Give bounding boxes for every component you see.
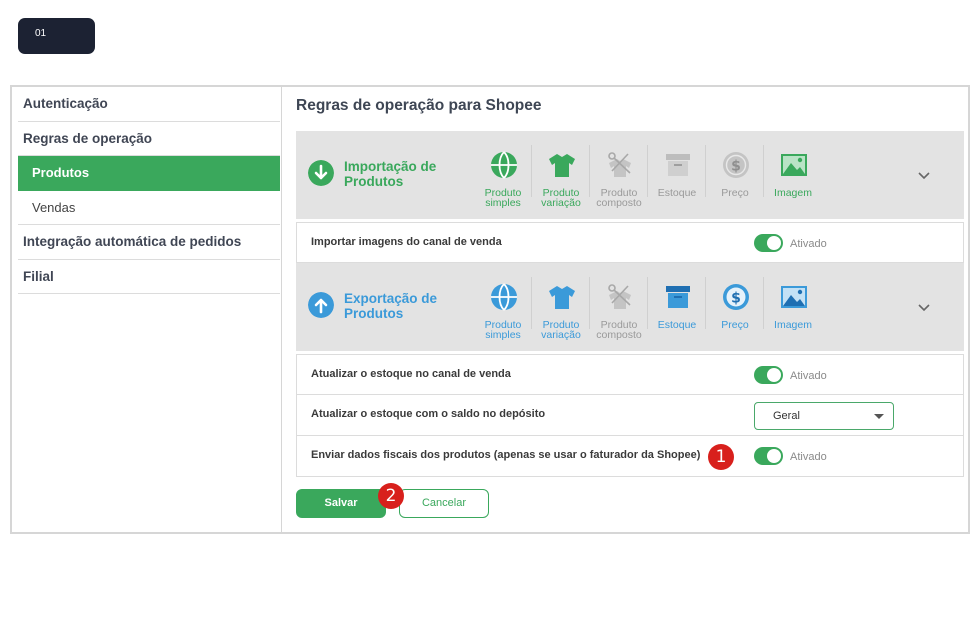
import-section-header[interactable]: Importação de Produtos Produto simples P…	[296, 131, 964, 219]
type-label: Produto simples	[484, 187, 522, 209]
callout-badge-2: 2	[378, 483, 404, 509]
box-icon	[666, 154, 690, 176]
dollar-icon: $	[723, 152, 749, 178]
import-section-title: Importação de Produtos	[344, 159, 437, 189]
row-label: Enviar dados fiscais dos produtos (apena…	[311, 449, 701, 461]
export-type-imagem[interactable]: Imagem	[764, 275, 822, 345]
sidebar-item-regras-de-operacao[interactable]: Regras de operação	[18, 122, 280, 156]
export-stock-row: Atualizar o estoque no canal de venda At…	[296, 354, 964, 395]
box-icon	[666, 286, 690, 308]
export-fiscal-toggle[interactable]	[754, 447, 783, 465]
toggle-label: Ativado	[790, 370, 827, 382]
export-stock-toggle[interactable]	[754, 366, 783, 384]
import-images-toggle[interactable]	[754, 234, 783, 252]
sidebar: Autenticação Regras de operação Produtos…	[12, 87, 282, 532]
page-title: Regras de operação para Shopee	[296, 97, 542, 114]
arrow-up-circle-icon	[308, 292, 334, 318]
dollar-icon: $	[723, 284, 749, 310]
toggle-label: Ativado	[790, 238, 827, 250]
sidebar-item-produtos[interactable]: Produtos	[18, 156, 280, 191]
sidebar-item-filial[interactable]: Filial	[18, 260, 280, 294]
chevron-down-icon[interactable]	[916, 167, 932, 183]
row-label: Atualizar o estoque no canal de venda	[311, 368, 511, 380]
import-type-produto-variacao[interactable]: Produto variação	[532, 143, 590, 213]
type-label: Preço	[721, 187, 749, 199]
type-label: Estoque	[657, 319, 697, 331]
import-type-imagem[interactable]: Imagem	[764, 143, 822, 213]
import-type-produto-simples[interactable]: Produto simples	[474, 143, 532, 213]
toggle-label: Ativado	[790, 451, 827, 463]
import-type-preco[interactable]: $ Preço	[706, 143, 764, 213]
export-type-produto-variacao[interactable]: Produto variação	[532, 275, 590, 345]
type-label: Imagem	[774, 319, 812, 331]
type-label: Produto variação	[541, 319, 581, 341]
step-badge: 01	[18, 18, 95, 54]
export-section-header[interactable]: Exportação de Produtos Produto simples P…	[296, 263, 964, 351]
type-label: Produto composto	[596, 319, 642, 341]
type-label: Produto simples	[484, 319, 522, 341]
type-label: Imagem	[774, 187, 812, 199]
save-button[interactable]: Salvar	[296, 489, 386, 518]
ball-icon	[491, 283, 517, 311]
sidebar-item-integracao-pedidos[interactable]: Integração automática de pedidos	[18, 225, 280, 260]
import-type-produto-composto[interactable]: Produto composto	[590, 143, 648, 213]
chevron-down-icon[interactable]	[916, 299, 932, 315]
row-label: Importar imagens do canal de venda	[311, 236, 502, 248]
shirt-icon	[549, 154, 575, 177]
select-value: Geral	[773, 410, 800, 422]
export-fiscal-row: Enviar dados fiscais dos produtos (apena…	[296, 436, 964, 477]
arrow-down-circle-icon	[308, 160, 334, 186]
import-type-estoque[interactable]: Estoque	[648, 143, 706, 213]
cancel-button[interactable]: Cancelar	[399, 489, 489, 518]
image-icon	[781, 286, 807, 308]
scissors-shirt-icon	[608, 152, 631, 177]
main-content: Regras de operação para Shopee Importaçã…	[294, 87, 970, 532]
settings-frame: Autenticação Regras de operação Produtos…	[10, 85, 970, 534]
svg-text:$: $	[731, 159, 741, 175]
import-images-row: Importar imagens do canal de venda Ativa…	[296, 222, 964, 263]
shirt-icon	[549, 286, 575, 309]
sidebar-item-vendas[interactable]: Vendas	[18, 191, 280, 225]
row-label: Atualizar o estoque com o saldo no depós…	[311, 408, 546, 420]
export-type-produto-composto[interactable]: Produto composto	[590, 275, 648, 345]
sidebar-item-autenticacao[interactable]: Autenticação	[18, 87, 280, 122]
ball-icon	[491, 151, 517, 179]
callout-badge-1: 1	[708, 444, 734, 470]
export-type-estoque[interactable]: Estoque	[648, 275, 706, 345]
type-label: Preço	[721, 319, 749, 331]
type-label: Produto composto	[596, 187, 642, 209]
export-section-title: Exportação de Produtos	[344, 291, 438, 321]
caret-down-icon	[874, 414, 884, 419]
scissors-shirt-icon	[608, 284, 631, 309]
type-label: Produto variação	[541, 187, 581, 209]
deposit-select[interactable]: Geral	[754, 402, 894, 430]
export-type-preco[interactable]: $ Preço	[706, 275, 764, 345]
export-deposit-row: Atualizar o estoque com o saldo no depós…	[296, 395, 964, 436]
export-type-produto-simples[interactable]: Produto simples	[474, 275, 532, 345]
image-icon	[781, 154, 807, 176]
svg-text:$: $	[731, 291, 741, 307]
type-label: Estoque	[657, 187, 697, 199]
